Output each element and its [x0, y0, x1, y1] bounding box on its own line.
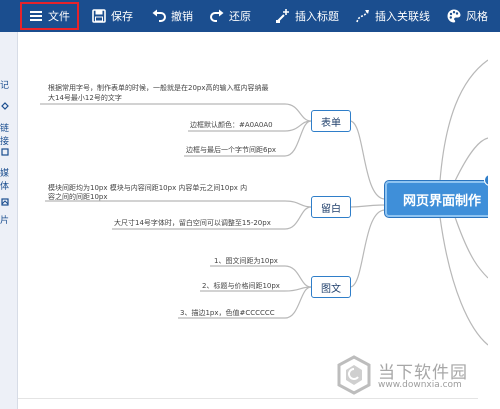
imagetext-note-3: 3、描边1px，色值#CCCCCC — [180, 309, 275, 317]
form-note-3: 边框与最后一个字节间距6px — [186, 146, 277, 154]
watermark-logo-icon — [337, 355, 371, 395]
connector-central-offscreen-3 — [454, 216, 489, 279]
connector-central-offscreen-4 — [439, 216, 489, 346]
vertical-scrollbar[interactable] — [488, 32, 500, 409]
imagetext-note-2: 2、标题与价格间距10px — [202, 282, 280, 290]
horizontal-scrollbar[interactable] — [18, 398, 478, 409]
whitespace-note-1-cont: 容之间的间距10px — [48, 193, 108, 201]
form-note-2: 边框默认颜色：#A0A0A0 — [190, 121, 273, 129]
branch-topic-image-text[interactable]: 图文 — [311, 276, 351, 298]
form-note-1: 根据常用字号，制作表单的时候，一般就是在20px高的输入框内容纳最 — [48, 84, 269, 92]
connector-form-note-1 — [40, 103, 312, 122]
connector-central-offscreen-2 — [454, 137, 489, 182]
form-note-1-cont: 大14号最小12号的文字 — [48, 94, 122, 102]
central-topic[interactable]: 网页界面制作 — [385, 181, 499, 217]
branch-topic-form[interactable]: 表单 — [311, 110, 351, 132]
connector-central-form — [349, 120, 386, 200]
branch-topic-whitespace[interactable]: 留白 — [311, 196, 351, 218]
watermark-url: www.downxia.com — [378, 380, 462, 390]
imagetext-note-1: 1、图文间距为10px — [214, 257, 278, 265]
connector-central-image-text — [349, 209, 386, 288]
whitespace-note-2: 大尺寸14号字体时，留白空间可以调整至15-20px — [114, 219, 271, 227]
connector-central-whitespace — [349, 204, 386, 208]
